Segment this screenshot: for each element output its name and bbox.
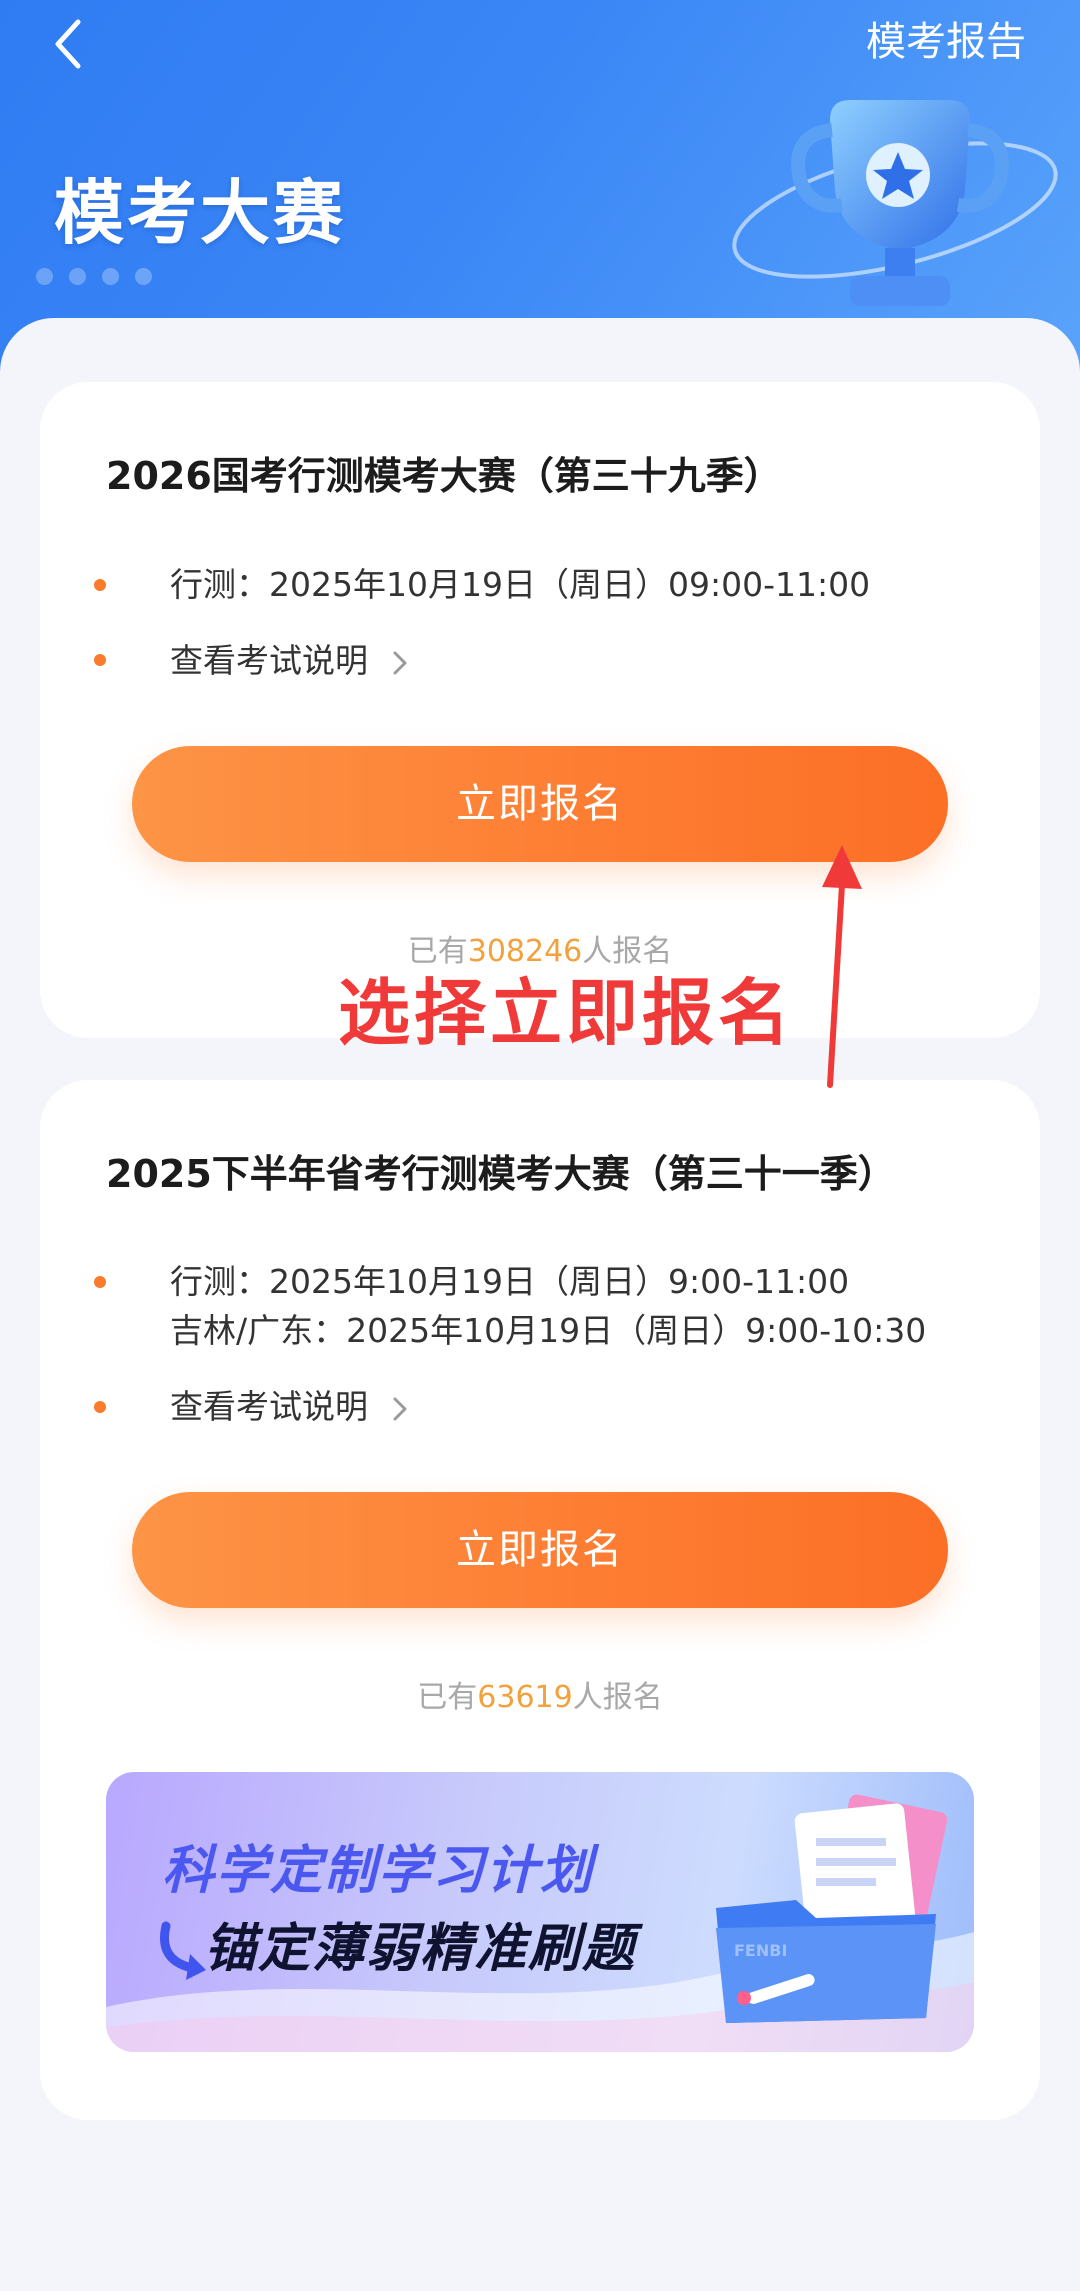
back-chevron-icon[interactable] [40, 14, 100, 74]
chevron-right-icon [393, 651, 406, 674]
count-number: 63619 [477, 1680, 573, 1715]
exam-guide-link[interactable]: 查看考试说明 [170, 1382, 411, 1432]
chevron-right-icon [393, 1397, 406, 1420]
contest-title: 2025下半年省考行测模考大赛（第三十一季） [106, 1152, 896, 1196]
signup-button[interactable]: 立即报名 [132, 1492, 948, 1608]
bullet-dot [94, 1401, 106, 1413]
count-number: 308246 [467, 934, 583, 969]
schedule-line: 吉林/广东：2025年10月19日（周日）9:00-10:30 [170, 1311, 927, 1350]
contest-title: 2026国考行测模考大赛（第三十九季） [106, 454, 782, 498]
count-suffix: 人报名 [582, 934, 673, 969]
trophy-icon [732, 100, 1058, 306]
signup-count: 已有63619人报名 [40, 1676, 1040, 1720]
schedule-line: 行测：2025年10月19日（周日）9:00-11:00 [170, 1262, 850, 1301]
exam-guide-link[interactable]: 查看考试说明 [170, 636, 411, 686]
page: 模考报告 模考大赛 2026国考行测模考大赛（第三十九季） 行测：2025年10… [0, 0, 1080, 2291]
schedule-line: 行测：2025年10月19日（周日）09:00-11:00 [170, 565, 871, 604]
count-prefix: 已有 [417, 1680, 478, 1715]
bullet-dot [94, 654, 106, 666]
banner-headline: 科学定制学习计划 [162, 1841, 595, 1901]
annotation-text: 选择立即报名 [338, 971, 795, 1055]
report-link[interactable]: 模考报告 [866, 14, 1026, 70]
study-plan-banner[interactable]: 科学定制学习计划 锚定薄弱精准刷题 FENBI [106, 1772, 974, 2052]
bullet-dot [94, 1276, 106, 1288]
guide-label: 查看考试说明 [170, 1387, 368, 1426]
hook-arrow-icon [160, 1921, 206, 1980]
count-suffix: 人报名 [572, 1680, 663, 1715]
bullet-dot [94, 579, 106, 591]
annotation-arrow-icon [822, 845, 862, 1088]
count-prefix: 已有 [407, 934, 468, 969]
folder-label: FENBI [734, 1941, 787, 1960]
banner-subheadline: 锚定薄弱精准刷题 [204, 1919, 637, 1979]
folder-documents-icon: FENBI [716, 1794, 948, 2023]
guide-label: 查看考试说明 [170, 641, 368, 680]
decorative-dots [36, 268, 152, 285]
page-title: 模考大赛 [54, 172, 346, 254]
